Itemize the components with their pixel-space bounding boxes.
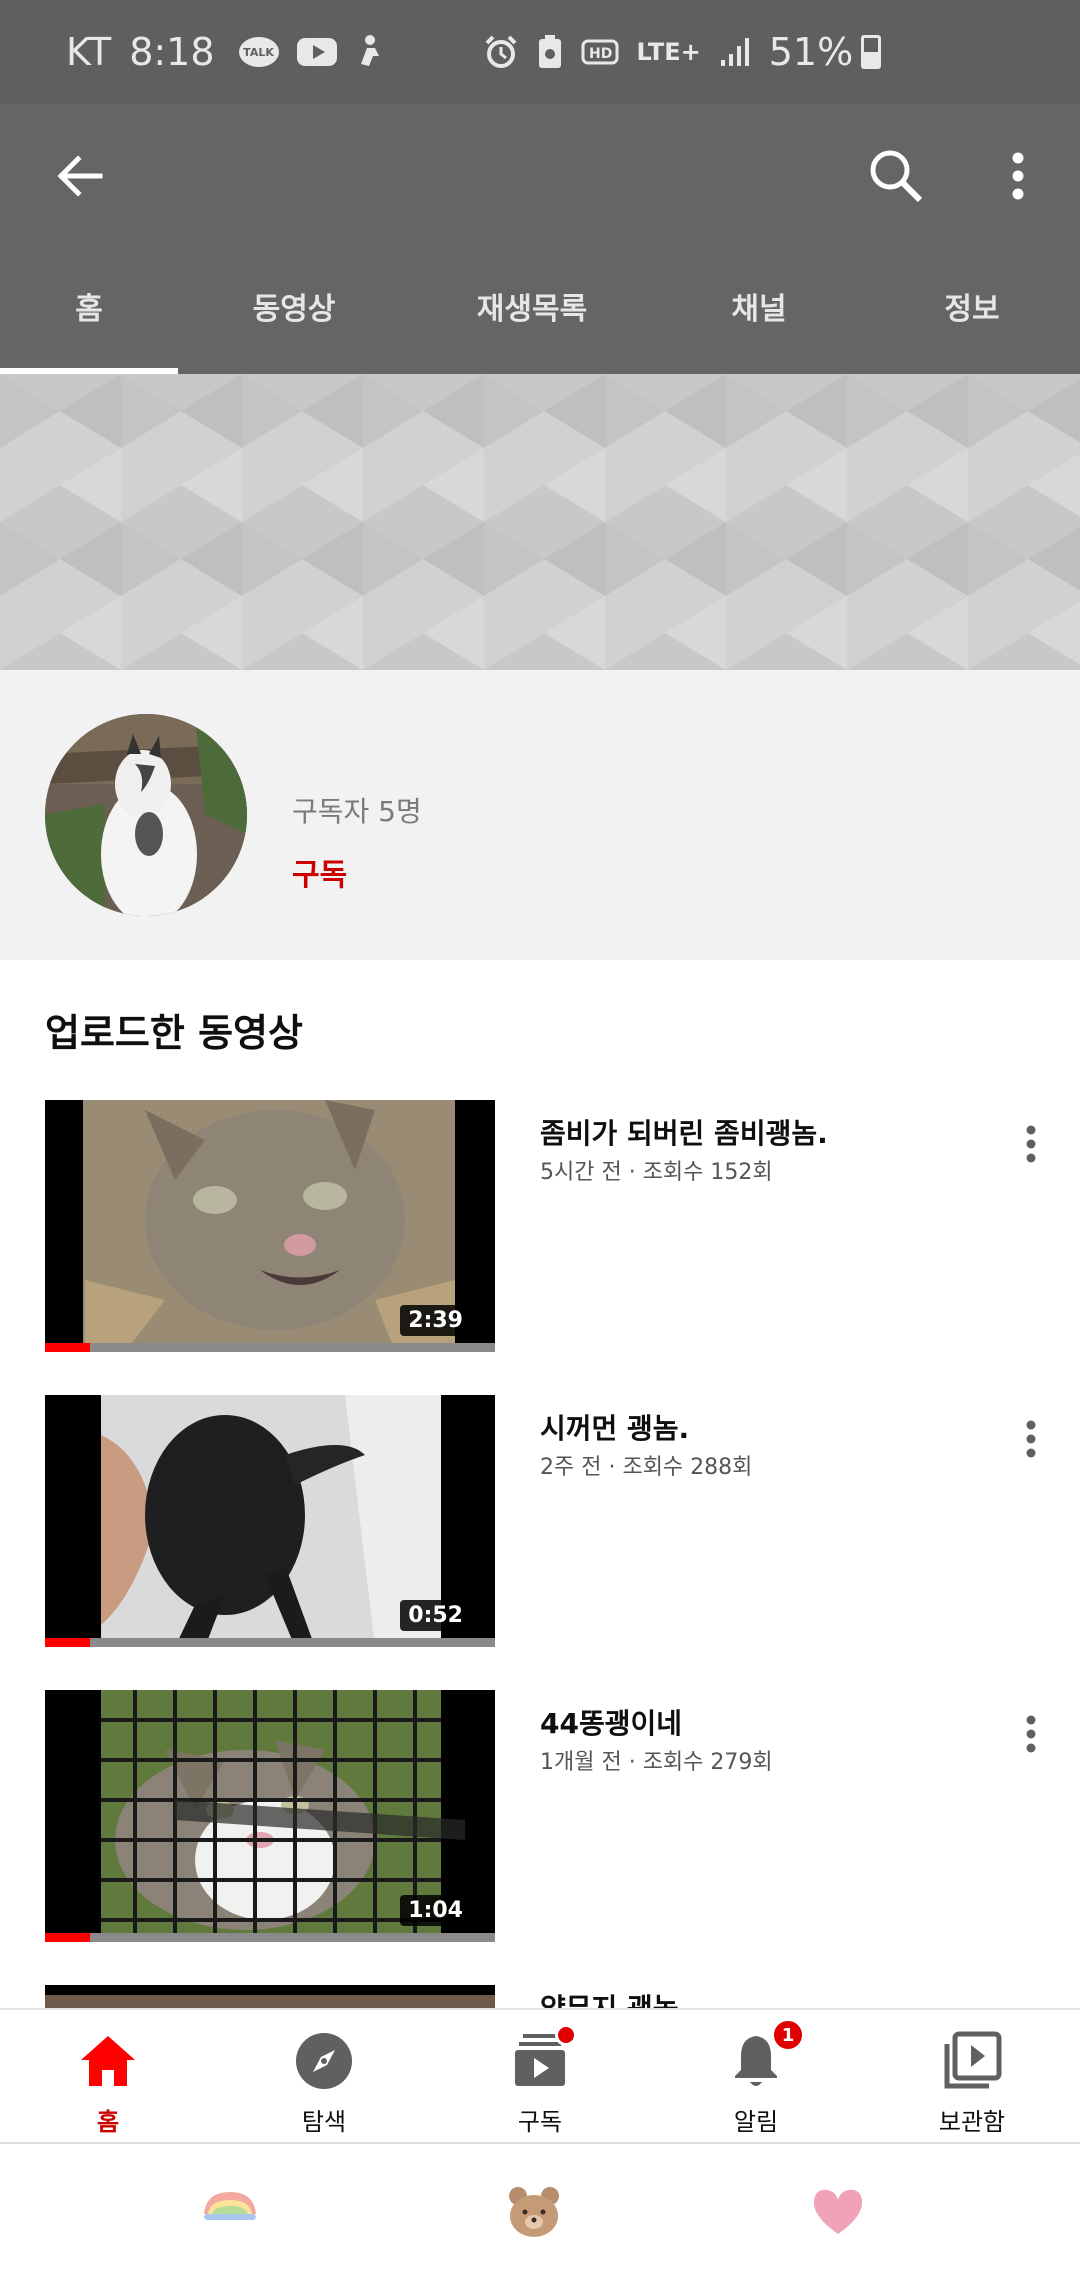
signal-icon: [719, 36, 751, 68]
youtube-icon: [296, 38, 337, 66]
subscribe-button[interactable]: 구독: [292, 850, 347, 894]
back-heart-icon[interactable]: [808, 2184, 868, 2240]
nav-explore[interactable]: 탐색: [216, 2010, 432, 2142]
battery-saver-icon: [537, 34, 563, 70]
svg-text:HD: HD: [589, 46, 612, 62]
section-title: 업로드한 동영상: [45, 1011, 303, 1055]
tab-playlists[interactable]: 재생목록: [410, 244, 654, 368]
more-vert-icon[interactable]: [1016, 1411, 1046, 1471]
home-bear-icon[interactable]: [504, 2184, 564, 2240]
battery-percent: 51%: [768, 30, 854, 74]
channel-tabs: 홈 동영상 재생목록 채널 정보: [0, 244, 1080, 374]
status-bar: KT 8:18 TALK HD LTE+ 51%: [0, 0, 1080, 104]
nav-label: 보관함: [938, 2108, 1006, 2136]
video-title[interactable]: 얍무지 괭놈.: [540, 1987, 689, 2008]
bottom-navigation: 홈 탐색 구독 1 알림 보관함: [0, 2008, 1080, 2142]
subscriber-count: 구독자 5명: [292, 795, 422, 828]
library-icon: [941, 2030, 1003, 2092]
video-duration: 0:52: [400, 1600, 471, 1631]
video-meta: 2주 전 · 조회수 288회: [540, 1455, 753, 1480]
nav-label: 알림: [733, 2108, 779, 2136]
nav-home[interactable]: 홈: [0, 2010, 216, 2142]
tab-channels[interactable]: 채널: [654, 244, 864, 368]
channel-banner: [0, 374, 1080, 670]
video-item[interactable]: 얍무지 괭놈.: [0, 1985, 1080, 2008]
channel-header: 구독자 5명 구독: [0, 670, 1080, 960]
video-meta: 5시간 전 · 조회수 152회: [540, 1160, 773, 1185]
nav-library[interactable]: 보관함: [864, 2010, 1080, 2142]
carrier-label: KT: [66, 30, 112, 74]
app-bar: [0, 104, 1080, 244]
battery-icon: [861, 35, 882, 69]
video-duration: 1:04: [400, 1895, 471, 1926]
nav-subscriptions[interactable]: 구독: [432, 2010, 648, 2142]
lte-icon: LTE+: [636, 38, 701, 66]
new-content-dot: [555, 2024, 577, 2046]
nav-label: 탐색: [301, 2108, 347, 2136]
nav-label: 구독: [517, 2108, 563, 2136]
video-title[interactable]: 44똥괭이네: [540, 1702, 682, 1742]
more-vert-icon[interactable]: [1016, 1706, 1046, 1766]
nav-notifications[interactable]: 1 알림: [648, 2010, 864, 2142]
video-thumbnail[interactable]: 1:04: [45, 1690, 495, 1942]
video-item[interactable]: 0:52 시꺼먼 괭놈. 2주 전 · 조회수 288회: [0, 1395, 1080, 1647]
tab-videos[interactable]: 동영상: [178, 244, 410, 368]
system-navigation-bar: [0, 2142, 1080, 2280]
subscriptions-icon: [509, 2024, 577, 2092]
video-meta: 1개월 전 · 조회수 279회: [540, 1750, 773, 1775]
back-arrow-icon[interactable]: [50, 146, 110, 206]
video-duration: 2:39: [400, 1305, 471, 1336]
watch-progress: [45, 1933, 495, 1942]
search-icon[interactable]: [864, 144, 928, 208]
channel-avatar[interactable]: [45, 714, 247, 916]
notification-badge: 1: [771, 2018, 805, 2052]
clock: 8:18: [129, 30, 215, 74]
more-vert-icon[interactable]: [1016, 1116, 1046, 1176]
explore-icon: [293, 2030, 355, 2092]
notifications-icon: 1: [725, 2018, 805, 2092]
more-vert-icon[interactable]: [998, 144, 1038, 208]
tab-home[interactable]: 홈: [0, 244, 178, 374]
watch-progress: [45, 1638, 495, 1647]
tab-about[interactable]: 정보: [864, 244, 1080, 368]
recent-apps-icon[interactable]: [200, 2184, 260, 2240]
video-thumbnail[interactable]: [45, 1985, 495, 2008]
video-thumbnail[interactable]: 2:39: [45, 1100, 495, 1352]
hd-voice-icon: HD: [581, 37, 619, 67]
home-icon: [77, 2030, 139, 2092]
video-title[interactable]: 좀비가 되버린 좀비괭놈.: [540, 1112, 828, 1152]
video-item[interactable]: 2:39 좀비가 되버린 좀비괭놈. 5시간 전 · 조회수 152회: [0, 1100, 1080, 1352]
alarm-icon: [483, 34, 519, 70]
video-item[interactable]: 1:04 44똥괭이네 1개월 전 · 조회수 279회: [0, 1690, 1080, 1942]
video-title[interactable]: 시꺼먼 괭놈.: [540, 1407, 689, 1447]
nav-label: 홈: [96, 2108, 120, 2136]
video-thumbnail[interactable]: 0:52: [45, 1395, 495, 1647]
kakaotalk-icon: TALK: [238, 37, 279, 67]
watch-progress: [45, 1343, 495, 1352]
accessibility-icon: [355, 34, 385, 70]
